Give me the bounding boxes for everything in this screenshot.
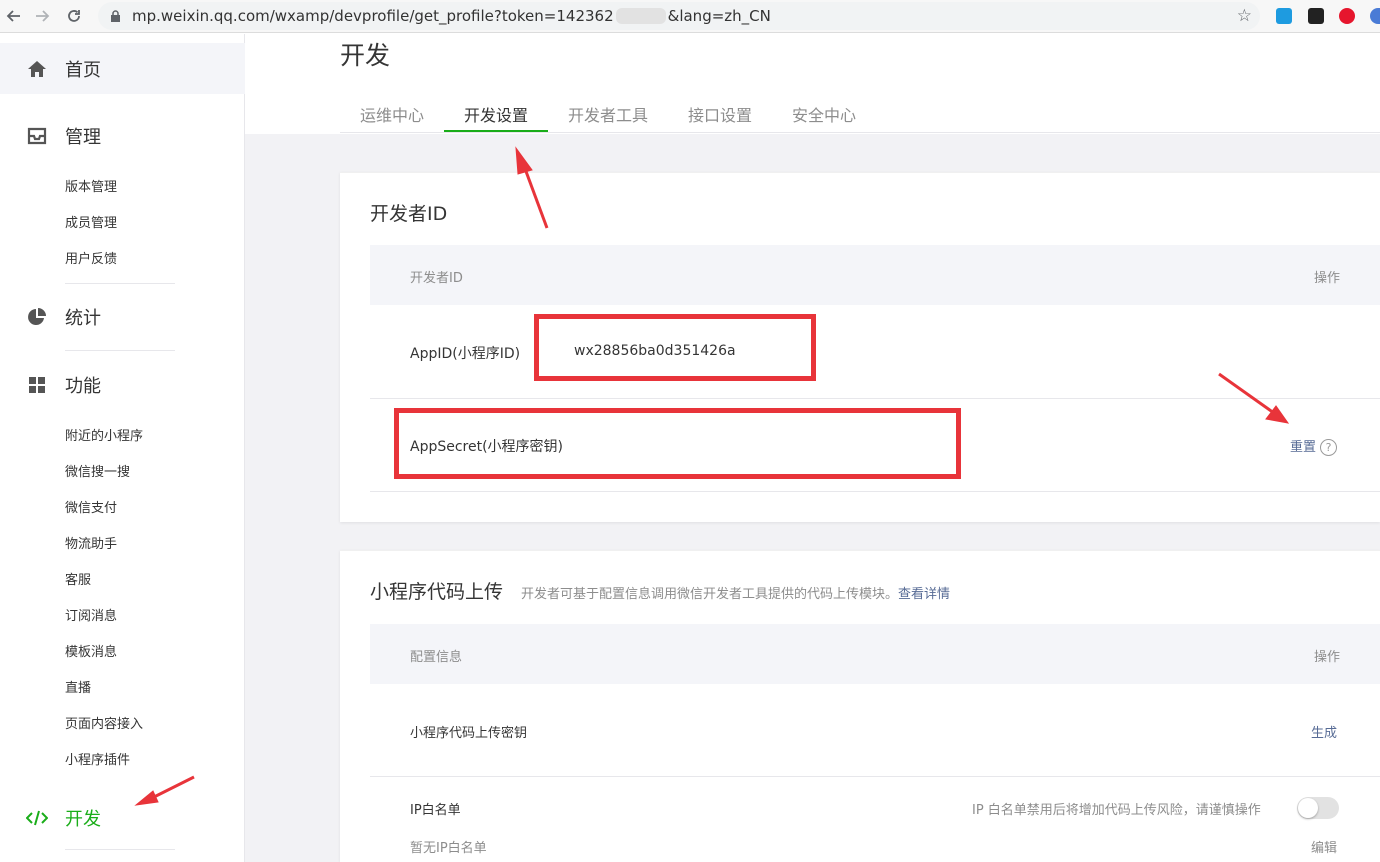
- arrow-to-tab: [522, 165, 549, 229]
- arrow-to-reset: [1218, 372, 1275, 415]
- arrow-to-develop: [151, 775, 195, 800]
- annotation-arrows: [134, 146, 1290, 806]
- arrow-head: [134, 790, 159, 806]
- arrow-head: [515, 146, 533, 175]
